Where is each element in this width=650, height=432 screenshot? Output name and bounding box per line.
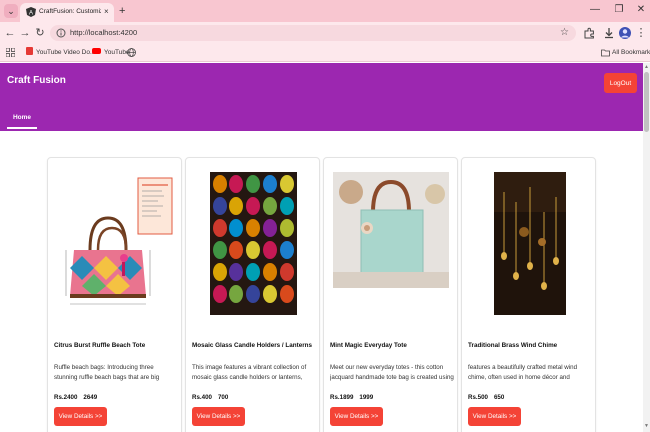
- product-title: Citrus Burst Ruffle Beach Tote: [54, 342, 146, 349]
- bookmark-star-icon[interactable]: ☆: [560, 27, 569, 39]
- product-description: features a beautifully crafted metal win…: [468, 364, 578, 381]
- new-tab-button[interactable]: +: [119, 4, 125, 18]
- app-header: Craft Fusion LogOut Home: [0, 63, 643, 131]
- svg-text:A: A: [29, 11, 33, 17]
- nav-home-link[interactable]: Home: [7, 108, 37, 129]
- product-image: [54, 172, 178, 324]
- product-description: Ruffle beach bags: Introducing three stu…: [54, 364, 160, 381]
- current-price: Rs.1899: [330, 394, 354, 401]
- product-image: [210, 172, 297, 315]
- view-details-button[interactable]: View Details >>: [192, 407, 245, 426]
- profile-avatar-icon[interactable]: [618, 26, 632, 40]
- current-price: Rs.400: [192, 394, 212, 401]
- view-details-button[interactable]: View Details >>: [468, 407, 521, 426]
- product-description: This image features a vibrant collection…: [192, 364, 307, 381]
- product-card: Citrus Burst Ruffle Beach Tote Ruffle be…: [47, 157, 182, 432]
- tab-title: CraftFusion: Customize By you: [39, 8, 101, 15]
- view-details-button[interactable]: View Details >>: [54, 407, 107, 426]
- reload-icon[interactable]: ↻: [33, 26, 47, 40]
- original-price: 2649: [83, 394, 98, 401]
- close-window-icon[interactable]: ✕: [634, 3, 648, 17]
- original-price: 1999: [359, 394, 374, 401]
- browser-tabstrip: ⌄ A CraftFusion: Customize By you × + — …: [0, 0, 650, 22]
- product-image: [494, 172, 566, 315]
- product-price: Rs.1899 1999: [330, 394, 379, 401]
- tab-search-button[interactable]: ⌄: [4, 4, 18, 18]
- minimize-icon[interactable]: —: [588, 3, 602, 17]
- product-card: Mint Magic Everyday Tote Meet our new ev…: [323, 157, 458, 432]
- browser-toolbar: ← → ↻ http://localhost:4200 ☆ ⋮: [0, 22, 650, 44]
- bookmark-youtube[interactable]: YouTube: [92, 47, 130, 59]
- back-arrow-icon[interactable]: ←: [3, 26, 17, 40]
- product-title: Mosaic Glass Candle Holders / Lanterns: [192, 342, 313, 349]
- original-price: 650: [493, 394, 505, 401]
- original-price: 700: [217, 394, 229, 401]
- scroll-thumb[interactable]: [644, 72, 649, 132]
- apps-grid-icon[interactable]: [6, 48, 15, 57]
- view-details-button[interactable]: View Details >>: [330, 407, 383, 426]
- folder-icon: [601, 49, 610, 57]
- bookmarks-bar: YouTube Video Do... YouTube All Bookmark…: [0, 44, 650, 62]
- bookmark-youtube-downloader[interactable]: YouTube Video Do...: [26, 47, 95, 59]
- tab-close-icon[interactable]: ×: [104, 7, 109, 17]
- downloader-favicon-icon: [26, 47, 33, 55]
- menu-kebab-icon[interactable]: ⋮: [634, 26, 648, 40]
- scroll-up-icon[interactable]: ▲: [644, 64, 649, 70]
- current-price: Rs.2400: [54, 394, 78, 401]
- product-title: Mint Magic Everyday Tote: [330, 342, 407, 349]
- product-card: Traditional Brass Wind Chime features a …: [461, 157, 596, 432]
- product-image: [333, 172, 449, 288]
- address-bar[interactable]: http://localhost:4200 ☆: [50, 25, 576, 41]
- download-icon[interactable]: [602, 26, 616, 40]
- forward-arrow-icon[interactable]: →: [18, 26, 32, 40]
- product-description: Meet our new everyday totes - this cotto…: [330, 364, 454, 381]
- address-url: http://localhost:4200: [70, 28, 138, 37]
- product-price: Rs.2400 2649: [54, 394, 103, 401]
- site-info-icon[interactable]: [56, 28, 66, 38]
- all-bookmarks-link[interactable]: All Bookmarks: [612, 47, 650, 59]
- product-title: Traditional Brass Wind Chime: [468, 342, 558, 349]
- current-price: Rs.500: [468, 394, 488, 401]
- extensions-icon[interactable]: [582, 26, 596, 40]
- bookmark-label: YouTube Video Do...: [36, 49, 96, 56]
- product-price: Rs.400 700: [192, 394, 234, 401]
- product-price: Rs.500 650: [468, 394, 510, 401]
- page-scrollbar[interactable]: ▲ ▼: [643, 63, 650, 432]
- browser-tab[interactable]: A CraftFusion: Customize By you ×: [20, 3, 114, 22]
- youtube-favicon-icon: [92, 48, 101, 54]
- angular-favicon-icon: A: [26, 7, 36, 17]
- app-title: Craft Fusion: [7, 75, 66, 86]
- logout-button[interactable]: LogOut: [604, 73, 637, 93]
- restore-icon[interactable]: ❐: [612, 3, 626, 17]
- product-card: Mosaic Glass Candle Holders / Lanterns T…: [185, 157, 320, 432]
- bookmark-label: YouTube: [104, 49, 130, 56]
- globe-bookmark-icon[interactable]: [127, 48, 136, 57]
- scroll-down-icon[interactable]: ▼: [644, 423, 649, 429]
